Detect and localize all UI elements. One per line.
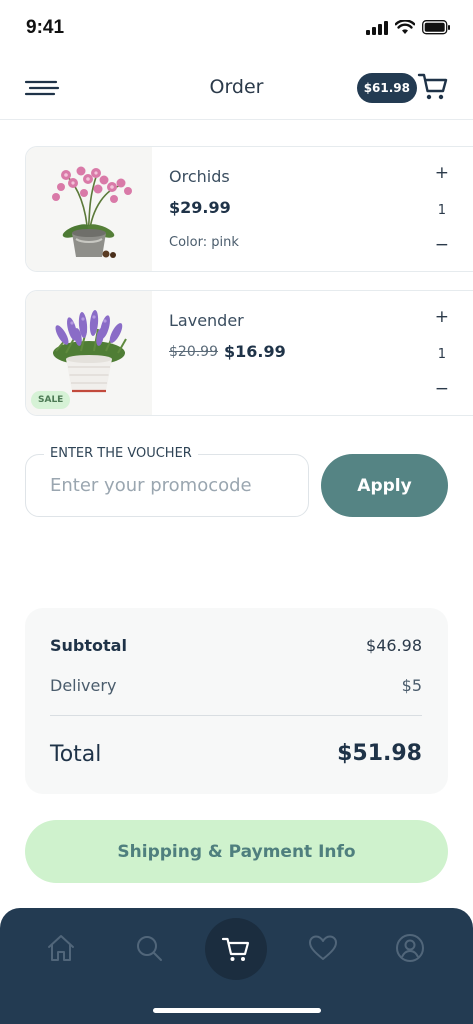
decrease-quantity-button[interactable]: −: [435, 379, 449, 399]
voucher-label: ENTER THE VOUCHER: [44, 446, 198, 461]
product-name: Lavender: [169, 311, 244, 330]
increase-quantity-button[interactable]: +: [435, 307, 449, 327]
total-value: $51.98: [337, 741, 422, 766]
quantity-value: 1: [437, 203, 446, 218]
home-indicator: [153, 1008, 321, 1013]
product-image-orchids: [26, 147, 152, 271]
subtotal-value: $46.98: [366, 636, 422, 655]
nav-cart-button[interactable]: [205, 918, 267, 980]
quantity-value: 1: [437, 347, 446, 362]
delivery-value: $5: [401, 676, 422, 695]
cart-item-lavender: SALE Lavender $20.99 $16.99 + 1 −: [25, 290, 473, 416]
wifi-icon: [395, 20, 415, 34]
increase-quantity-button[interactable]: +: [435, 163, 449, 183]
cart-icon: [221, 937, 250, 961]
shipping-payment-button[interactable]: Shipping & Payment Info: [25, 820, 448, 883]
decrease-quantity-button[interactable]: −: [435, 235, 449, 255]
summary-divider: [50, 715, 422, 716]
product-price: $16.99: [224, 342, 286, 361]
total-label: Total: [50, 742, 102, 767]
status-bar: 9:41: [0, 0, 473, 56]
product-price: $29.99: [169, 198, 231, 217]
profile-icon[interactable]: [394, 932, 426, 964]
apply-voucher-button[interactable]: Apply: [321, 454, 448, 517]
heart-icon[interactable]: [307, 932, 339, 964]
sale-badge: SALE: [31, 391, 71, 409]
status-icons: [366, 20, 451, 35]
product-name: Orchids: [169, 167, 230, 186]
home-icon[interactable]: [45, 932, 77, 964]
battery-icon: [422, 20, 450, 35]
subtotal-label: Subtotal: [50, 636, 127, 655]
signal-icon: [366, 20, 388, 35]
status-time: 9:41: [26, 17, 65, 38]
cart-icon[interactable]: [417, 70, 449, 102]
promocode-input[interactable]: [25, 454, 309, 517]
product-old-price: $20.99: [169, 344, 218, 360]
search-icon[interactable]: [133, 932, 165, 964]
delivery-label: Delivery: [50, 676, 117, 695]
order-summary: Subtotal $46.98 Delivery $5 Total $51.98: [25, 608, 448, 794]
bottom-nav: [0, 908, 473, 1024]
product-color: Color: pink: [169, 235, 239, 250]
app-header: Order $61.98: [0, 56, 473, 120]
cart-total-badge[interactable]: $61.98: [356, 73, 417, 103]
cart-item-orchids: Orchids $29.99 Color: pink + 1 −: [25, 146, 473, 272]
